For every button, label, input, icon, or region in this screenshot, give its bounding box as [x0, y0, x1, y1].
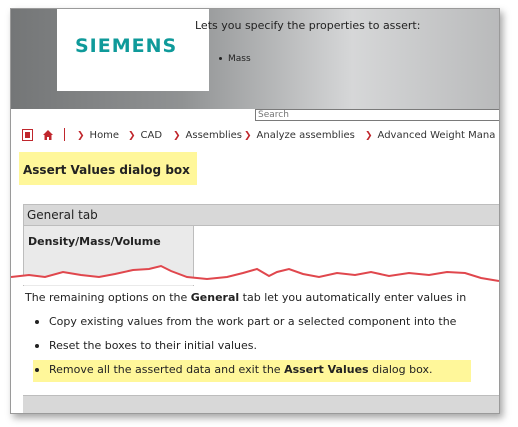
chevron-right-icon: ❯: [77, 131, 85, 141]
chevron-right-icon: ❯: [244, 131, 252, 141]
screenshot-frame: SIEMENS ❯Home ❯CAD ❯Assemblies ❯Analyze …: [10, 8, 500, 414]
bullet-dot: [35, 344, 39, 348]
chevron-right-icon: ❯: [128, 131, 136, 141]
remaining-options-text: The remaining options on the General tab…: [25, 291, 467, 304]
breadcrumb-separator: [64, 128, 65, 141]
general-tab-bold: General: [27, 208, 75, 222]
chevron-right-icon: ❯: [173, 131, 181, 141]
bookmark-icon[interactable]: [22, 129, 33, 141]
page-title: Assert Values dialog box: [23, 163, 190, 177]
breadcrumb-item-cad[interactable]: ❯ CAD: [128, 130, 162, 141]
torn-edge-line: [11, 264, 499, 285]
chevron-right-icon: ❯: [365, 131, 373, 141]
list-item-mass: Mass: [219, 54, 251, 64]
bullet-dot: [35, 368, 39, 372]
bullet-dot: [35, 320, 39, 324]
breadcrumb-item-analyze-assemblies[interactable]: ❯ Analyze assemblies: [244, 130, 355, 141]
list-item: Remove all the asserted data and exit th…: [35, 363, 433, 376]
general-tab-suffix: tab: [74, 208, 98, 222]
title-highlight: Assert Values dialog box: [19, 152, 197, 185]
bullet-dot: [219, 57, 222, 60]
search-input[interactable]: [255, 109, 499, 121]
breadcrumb: ❯ Home ❯ CAD ❯ Assemblies ❯ Analyze assembli…: [11, 123, 499, 147]
breadcrumb-item-home[interactable]: ❯ Home: [77, 130, 119, 141]
list-item: Copy existing values from the work part …: [35, 315, 456, 328]
bottom-bar: [23, 395, 499, 413]
siemens-logo[interactable]: SIEMENS: [75, 35, 177, 57]
row-label: Density/Mass/Volume: [28, 235, 161, 248]
breadcrumb-item-advanced-weight[interactable]: ❯ Advanced Weight Mana: [365, 130, 495, 141]
row-description: Lets you specify the properties to asser…: [195, 19, 421, 32]
home-icon[interactable]: [42, 129, 54, 141]
breadcrumb-item-assemblies[interactable]: ❯ Assemblies: [173, 130, 242, 141]
general-tab-heading: General tab: [23, 204, 499, 226]
list-item: Reset the boxes to their initial values.: [35, 339, 257, 352]
